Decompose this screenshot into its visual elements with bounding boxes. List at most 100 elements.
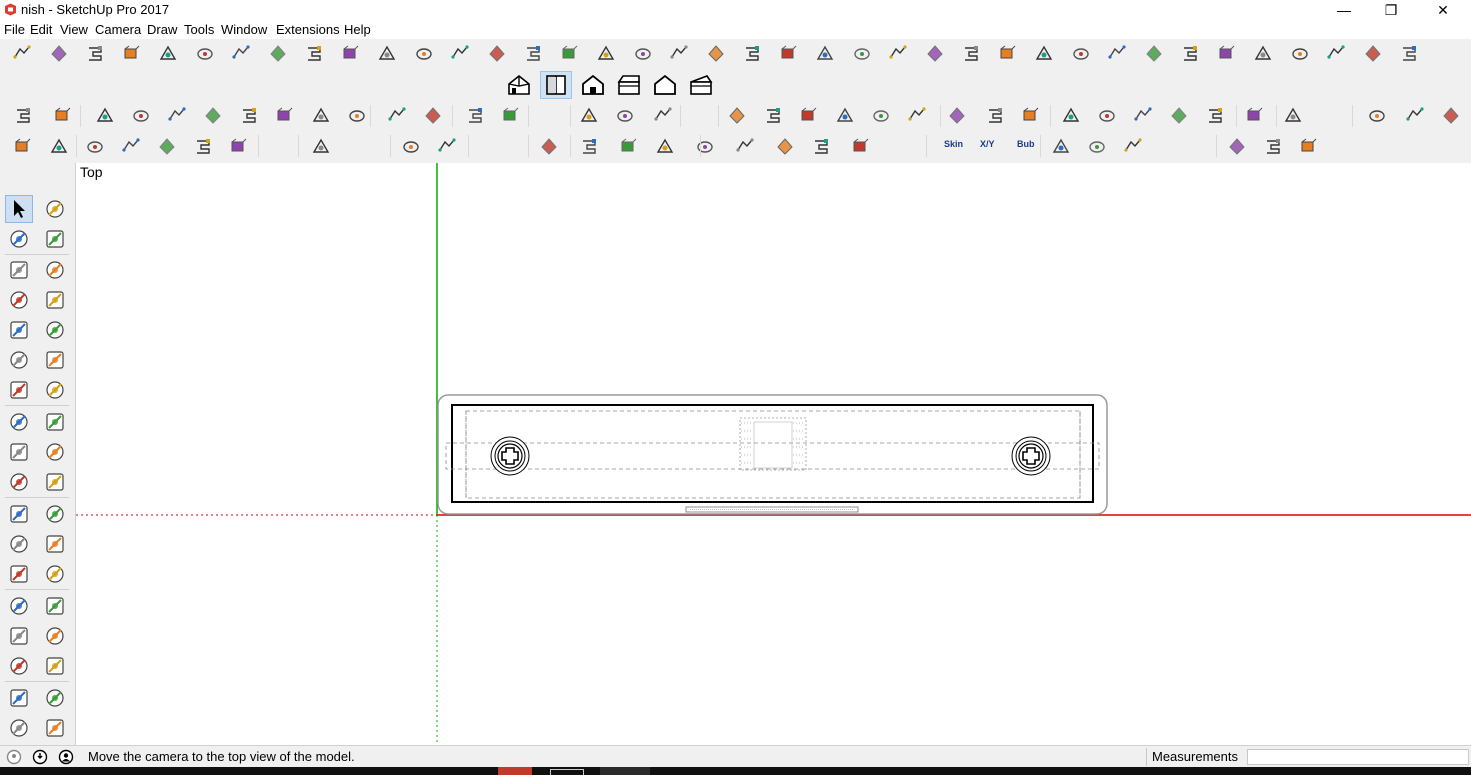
iso-view-button[interactable] <box>503 71 535 99</box>
ext-tool-28-icon[interactable] <box>997 43 1019 65</box>
two-point-arc-tool[interactable] <box>41 346 69 374</box>
front-view-button[interactable] <box>577 71 609 99</box>
style-tool-4-icon[interactable] <box>130 105 152 127</box>
style-tool-21-icon[interactable] <box>834 105 856 127</box>
ext-tool-6-icon[interactable] <box>194 43 216 65</box>
previous-view-tool[interactable] <box>41 652 69 680</box>
ext-tool-32-icon[interactable] <box>1143 43 1165 65</box>
minimize-button[interactable]: — <box>1321 0 1367 20</box>
ext-tool-29-icon[interactable] <box>1033 43 1055 65</box>
style-tool-32-icon[interactable] <box>1244 105 1266 127</box>
geo-location-icon[interactable] <box>6 749 22 765</box>
left-view-button[interactable] <box>685 71 717 99</box>
style-tool-33-icon[interactable] <box>1282 105 1304 127</box>
move-tool[interactable] <box>5 408 33 436</box>
model-part[interactable] <box>437 394 1108 515</box>
plugin-tool-23-icon[interactable] <box>1226 136 1248 158</box>
zoom-tool[interactable] <box>5 622 33 650</box>
ext-tool-23-icon[interactable] <box>814 43 836 65</box>
sign-in-icon[interactable] <box>58 749 74 765</box>
ext-tool-25-icon[interactable] <box>887 43 909 65</box>
plugin-tool-12-icon[interactable] <box>578 136 600 158</box>
ext-tool-38-icon[interactable] <box>1362 43 1384 65</box>
back-view-button[interactable] <box>649 71 681 99</box>
menu-edit[interactable]: Edit <box>30 22 52 37</box>
plugin-tool-1-icon[interactable] <box>12 136 34 158</box>
pan-hand-tool[interactable] <box>41 592 69 620</box>
axes-tool[interactable] <box>5 560 33 588</box>
ext-tool-21-icon[interactable] <box>741 43 763 65</box>
plugin-tool-22-icon[interactable] <box>1122 136 1144 158</box>
plugin-tool-24-icon[interactable] <box>1262 136 1284 158</box>
taskbar-app-sketchup[interactable] <box>498 767 532 775</box>
orbit-tool[interactable] <box>5 592 33 620</box>
make-component-tool[interactable] <box>41 195 69 223</box>
style-tool-6-icon[interactable] <box>202 105 224 127</box>
position-camera-tool[interactable] <box>5 684 33 712</box>
style-tool-1-icon[interactable] <box>12 105 34 127</box>
style-tool-15-icon[interactable] <box>578 105 600 127</box>
style-tool-23-icon[interactable] <box>906 105 928 127</box>
skin-button[interactable]: Skin <box>944 139 963 149</box>
ext-tool-30-icon[interactable] <box>1070 43 1092 65</box>
freehand-tool[interactable] <box>41 256 69 284</box>
ext-tool-2-icon[interactable] <box>48 43 70 65</box>
style-tool-25-icon[interactable] <box>984 105 1006 127</box>
walk-tool[interactable] <box>5 714 33 742</box>
plugin-tool-20-icon[interactable] <box>1050 136 1072 158</box>
paint-bucket-tool[interactable] <box>5 225 33 253</box>
ext-tool-17-icon[interactable] <box>595 43 617 65</box>
rotate-tool[interactable] <box>5 438 33 466</box>
ext-tool-26-icon[interactable] <box>924 43 946 65</box>
menu-help[interactable]: Help <box>344 22 371 37</box>
ext-tool-11-icon[interactable] <box>376 43 398 65</box>
style-tool-35-icon[interactable] <box>1404 105 1426 127</box>
ext-tool-19-icon[interactable] <box>668 43 690 65</box>
plugin-tool-17-icon[interactable] <box>774 136 796 158</box>
model-viewport[interactable]: Top <box>76 163 1471 745</box>
pie-tool[interactable] <box>41 376 69 404</box>
menu-camera[interactable]: Camera <box>95 22 141 37</box>
zoom-window-tool[interactable] <box>41 622 69 650</box>
menu-view[interactable]: View <box>60 22 88 37</box>
close-button[interactable]: ✕ <box>1420 0 1466 20</box>
section-plane-tool[interactable] <box>41 714 69 742</box>
maximize-button[interactable]: ❐ <box>1368 0 1414 20</box>
plugin-tool-3-icon[interactable] <box>84 136 106 158</box>
ext-tool-15-icon[interactable] <box>522 43 544 65</box>
plugin-tool-11-icon[interactable] <box>538 136 560 158</box>
style-tool-13-icon[interactable] <box>464 105 486 127</box>
ext-tool-1-icon[interactable] <box>11 43 33 65</box>
style-tool-24-icon[interactable] <box>946 105 968 127</box>
offset-tool[interactable] <box>41 468 69 496</box>
plugin-tool-10-icon[interactable] <box>436 136 458 158</box>
ext-tool-31-icon[interactable] <box>1106 43 1128 65</box>
style-tool-22-icon[interactable] <box>870 105 892 127</box>
rectangle-tool[interactable] <box>5 286 33 314</box>
3d-text-tool[interactable] <box>41 560 69 588</box>
style-tool-10-icon[interactable] <box>346 105 368 127</box>
style-tool-8-icon[interactable] <box>274 105 296 127</box>
plugin-tool-13-icon[interactable] <box>618 136 640 158</box>
scale-tool[interactable] <box>5 468 33 496</box>
ext-tool-35-icon[interactable] <box>1252 43 1274 65</box>
zoom-extents-tool[interactable] <box>5 652 33 680</box>
ext-tool-4-icon[interactable] <box>121 43 143 65</box>
style-tool-17-icon[interactable] <box>652 105 674 127</box>
text-label-tool[interactable] <box>41 530 69 558</box>
menu-file[interactable]: File <box>4 22 25 37</box>
ext-tool-34-icon[interactable] <box>1216 43 1238 65</box>
ext-tool-10-icon[interactable] <box>340 43 362 65</box>
plugin-tool-21-icon[interactable] <box>1086 136 1108 158</box>
style-tool-20-icon[interactable] <box>798 105 820 127</box>
plugin-tool-4-icon[interactable] <box>120 136 142 158</box>
three-point-arc-tool[interactable] <box>5 376 33 404</box>
style-tool-30-icon[interactable] <box>1168 105 1190 127</box>
plugin-tool-15-icon[interactable] <box>694 136 716 158</box>
plugin-tool-7-icon[interactable] <box>228 136 250 158</box>
pencil-line-tool[interactable] <box>5 256 33 284</box>
plugin-tool-19-icon[interactable] <box>850 136 872 158</box>
menu-tools[interactable]: Tools <box>184 22 214 37</box>
menu-window[interactable]: Window <box>221 22 267 37</box>
style-tool-29-icon[interactable] <box>1132 105 1154 127</box>
